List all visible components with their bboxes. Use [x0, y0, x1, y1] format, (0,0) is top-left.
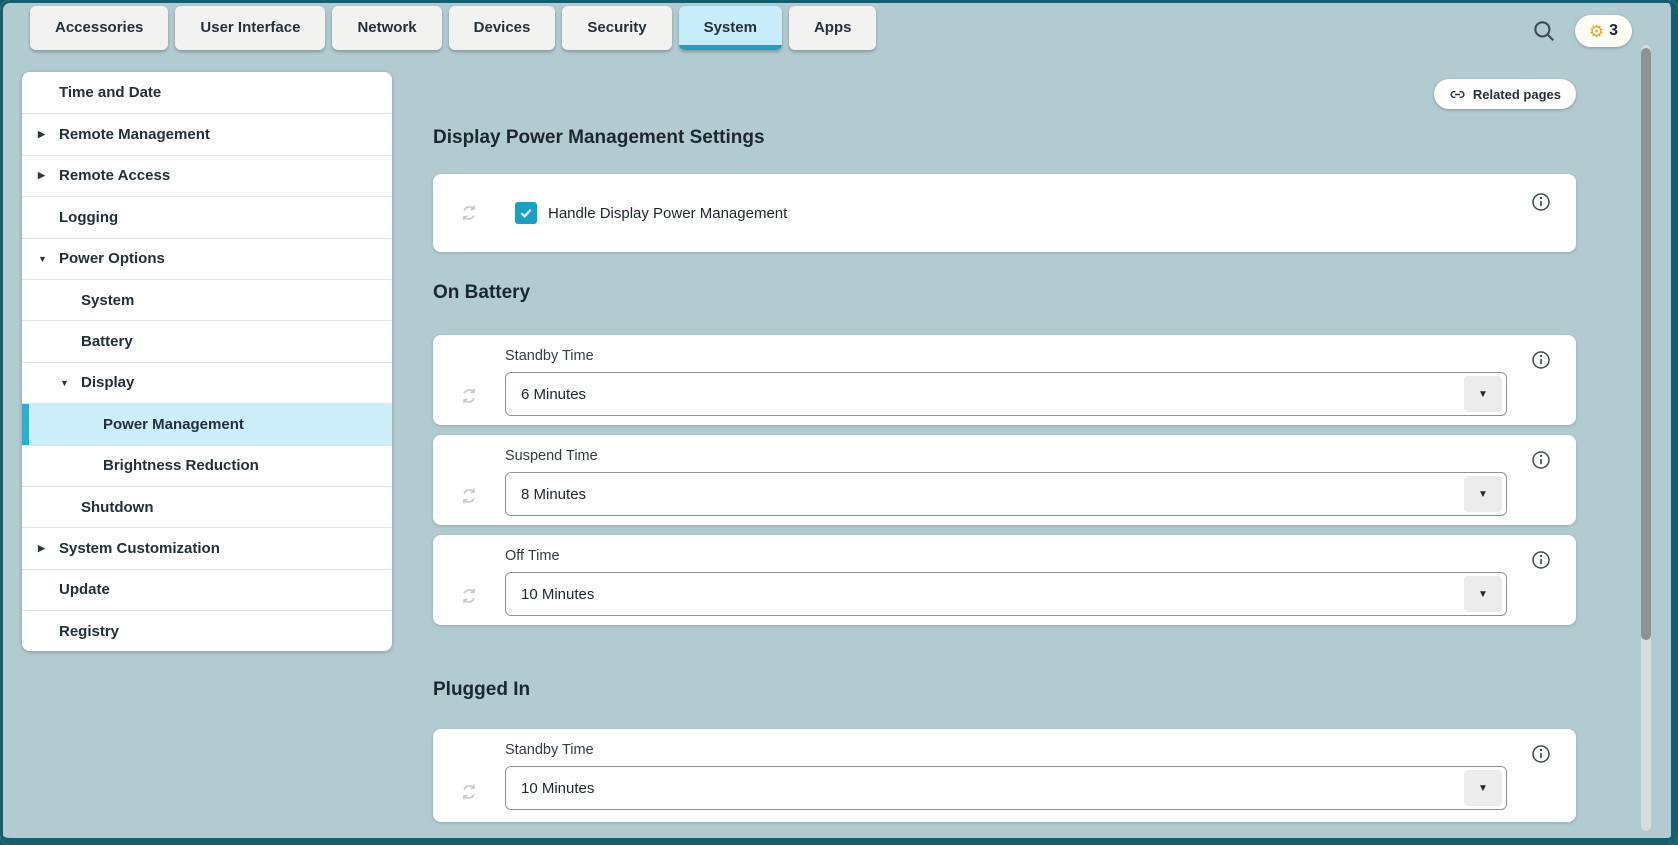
sidebar-item-system[interactable]: System [22, 279, 392, 320]
info-icon[interactable] [1530, 192, 1552, 214]
sync-icon[interactable] [433, 345, 505, 425]
related-row: Related pages [433, 79, 1576, 109]
sidebar-item-label: Display [81, 374, 134, 391]
triangle-down: ▼ [1478, 783, 1488, 794]
sidebar-item-label: System [81, 292, 134, 309]
sidebar-item-time-and-date[interactable]: Time and Date [22, 72, 392, 113]
setup-window: Accessories User Interface Network Devic… [0, 0, 1678, 845]
sidebar-item-label: Brightness Reduction [103, 457, 259, 474]
sidebar-item-power-options[interactable]: ▼ Power Options [22, 238, 392, 279]
chevron-right-icon: ▶ [38, 129, 59, 140]
sidebar-item-registry[interactable]: Registry [22, 610, 392, 651]
sidebar-item-power-management[interactable]: Power Management [22, 403, 392, 444]
field: Suspend Time 8 Minutes ▼ [505, 445, 1576, 525]
chevron-down-icon: ▼ [60, 378, 81, 388]
setting-card-off-time-battery: Off Time 10 Minutes ▼ [433, 535, 1576, 625]
field: Standby Time 10 Minutes ▼ [505, 739, 1576, 822]
standby-time-battery-select[interactable]: 6 Minutes ▼ [505, 372, 1507, 416]
setting-card-standby-time-battery: Standby Time 6 Minutes ▼ [433, 335, 1576, 425]
sidebar-item-label: Registry [59, 623, 119, 640]
changes-badge[interactable]: ⚙ 3 [1575, 15, 1632, 47]
tab-apps[interactable]: Apps [789, 6, 877, 50]
tab-accessories[interactable]: Accessories [30, 6, 168, 50]
dropdown-arrow-icon[interactable]: ▼ [1464, 476, 1502, 512]
field: Standby Time 6 Minutes ▼ [505, 345, 1576, 425]
sync-icon[interactable] [433, 545, 505, 625]
sidebar-item-label: Battery [81, 333, 133, 350]
setting-card-suspend-time-battery: Suspend Time 8 Minutes ▼ [433, 435, 1576, 525]
sidebar-item-label: Shutdown [81, 499, 153, 516]
sidebar-item-display[interactable]: ▼ Display [22, 362, 392, 403]
sidebar-item-brightness-reduction[interactable]: Brightness Reduction [22, 445, 392, 486]
sidebar-item-label: Remote Management [59, 126, 210, 143]
sync-icon[interactable] [433, 445, 505, 525]
dropdown-arrow-icon[interactable]: ▼ [1464, 576, 1502, 612]
off-time-battery-select[interactable]: 10 Minutes ▼ [505, 572, 1507, 616]
field-label: Standby Time [505, 742, 1507, 758]
page-title: Display Power Management Settings [433, 127, 1576, 149]
suspend-time-battery-select[interactable]: 8 Minutes ▼ [505, 472, 1507, 516]
chevron-right-icon: ▶ [38, 543, 59, 554]
chevron-down-icon: ▼ [38, 254, 59, 264]
sidebar-item-label: Power Management [103, 416, 244, 433]
select-value: 10 Minutes [506, 780, 594, 797]
sync-icon[interactable] [433, 739, 505, 822]
link-icon [1449, 86, 1466, 103]
sidebar-item-label: System Customization [59, 540, 220, 557]
tab-system[interactable]: System [679, 6, 782, 50]
sidebar-item-battery[interactable]: Battery [22, 320, 392, 361]
select-value: 8 Minutes [506, 486, 586, 503]
chevron-right-icon: ▶ [38, 170, 59, 181]
triangle-down: ▼ [1478, 389, 1488, 400]
sidebar-item-label: Time and Date [59, 84, 161, 101]
sidebar-item-label: Logging [59, 209, 118, 226]
sidebar-item-label: Remote Access [59, 167, 170, 184]
sidebar: Time and Date ▶ Remote Management ▶ Remo… [22, 72, 392, 651]
field-label: Standby Time [505, 348, 1507, 364]
triangle-down: ▼ [1478, 489, 1488, 500]
related-pages-button[interactable]: Related pages [1434, 79, 1576, 109]
triangle-down: ▼ [1478, 589, 1488, 600]
field-label: Suspend Time [505, 448, 1507, 464]
setting-card-standby-time-ac: Standby Time 10 Minutes ▼ [433, 729, 1576, 822]
tab-security[interactable]: Security [562, 6, 671, 50]
tab-bar: Accessories User Interface Network Devic… [30, 6, 876, 50]
sidebar-item-logging[interactable]: Logging [22, 196, 392, 237]
dropdown-arrow-icon[interactable]: ▼ [1464, 770, 1502, 806]
related-pages-label: Related pages [1473, 87, 1561, 102]
sync-icon[interactable] [433, 203, 505, 223]
standby-time-ac-select[interactable]: 10 Minutes ▼ [505, 766, 1507, 810]
tab-devices[interactable]: Devices [449, 6, 556, 50]
info-icon[interactable] [1530, 744, 1552, 766]
sidebar-item-system-customization[interactable]: ▶ System Customization [22, 527, 392, 568]
sidebar-item-shutdown[interactable]: Shutdown [22, 486, 392, 527]
handle-display-power-management-checkbox[interactable]: Handle Display Power Management [515, 202, 787, 224]
group-title-plugged-in: Plugged In [433, 679, 1576, 701]
info-icon[interactable] [1530, 450, 1552, 472]
field: Off Time 10 Minutes ▼ [505, 545, 1576, 625]
scrollbar-thumb[interactable] [1641, 48, 1651, 640]
setting-card-handle-display-power-management: Handle Display Power Management [433, 174, 1576, 252]
sidebar-item-remote-management[interactable]: ▶ Remote Management [22, 113, 392, 154]
sidebar-item-label: Power Options [59, 250, 165, 267]
select-value: 10 Minutes [506, 586, 594, 603]
checkbox-checked [515, 202, 537, 224]
tab-network[interactable]: Network [332, 6, 441, 50]
info-icon[interactable] [1530, 550, 1552, 572]
sidebar-item-label: Update [59, 581, 110, 598]
info-icon[interactable] [1530, 350, 1552, 372]
checkbox-label: Handle Display Power Management [548, 205, 787, 222]
group-title-on-battery: On Battery [433, 282, 1576, 304]
tab-user-interface[interactable]: User Interface [175, 6, 325, 50]
select-value: 6 Minutes [506, 386, 586, 403]
main-content: Related pages Display Power Management S… [433, 72, 1576, 822]
search-icon[interactable] [1528, 16, 1560, 48]
dropdown-arrow-icon[interactable]: ▼ [1464, 376, 1502, 412]
sidebar-item-update[interactable]: Update [22, 569, 392, 610]
gear-icon: ⚙ [1589, 23, 1604, 40]
changes-count: 3 [1609, 22, 1618, 40]
sidebar-item-remote-access[interactable]: ▶ Remote Access [22, 155, 392, 196]
field-label: Off Time [505, 548, 1507, 564]
